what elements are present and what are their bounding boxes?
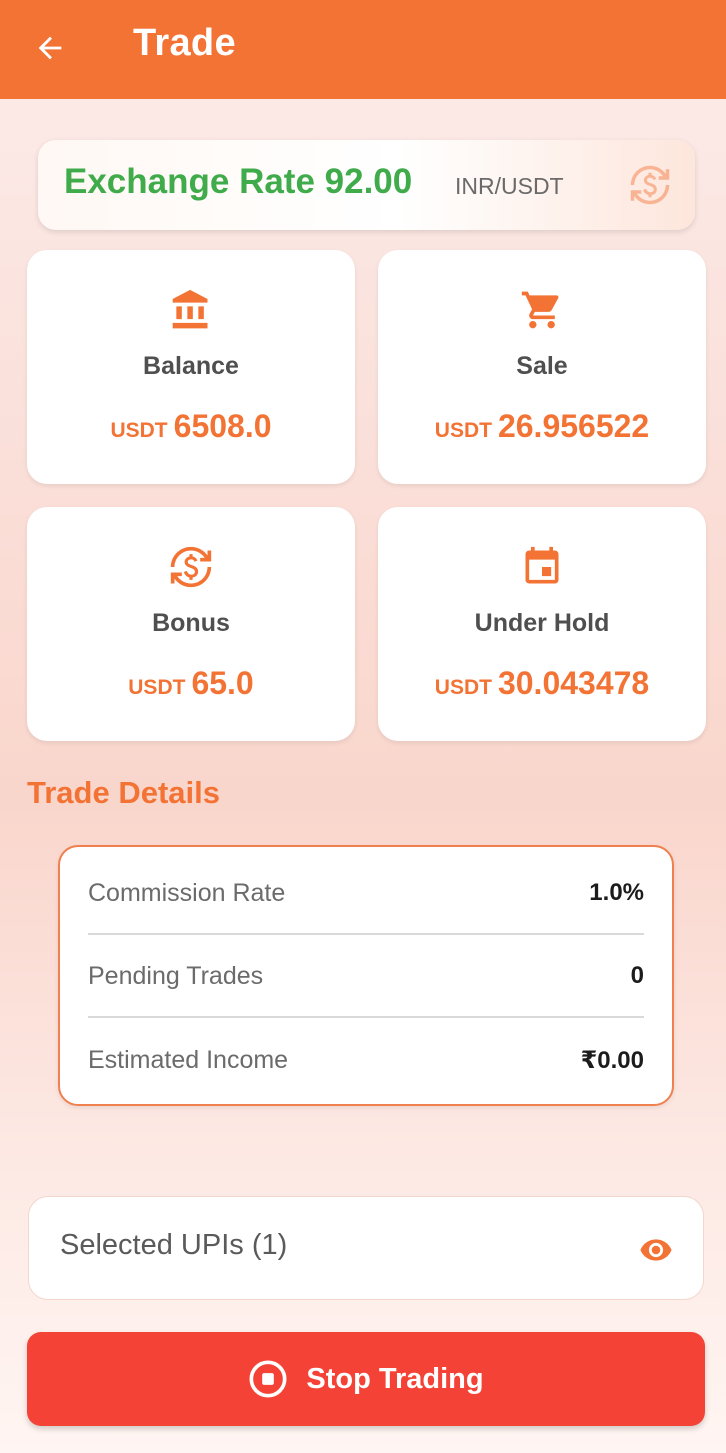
bonus-label: Bonus [152, 609, 230, 637]
stop-circle-icon [249, 1360, 287, 1398]
bonus-amount: 65.0 [191, 665, 254, 701]
under-hold-card[interactable]: Under Hold USDT 30.043478 [378, 507, 706, 741]
trade-details-card: Commission Rate 1.0% Pending Trades 0 Es… [58, 845, 674, 1106]
detail-value: 0 [630, 962, 644, 989]
sale-amount: 26.956522 [497, 408, 650, 444]
exchange-rate-card: Exchange Rate 92.00 INR/USDT [38, 140, 695, 230]
balance-card[interactable]: Balance USDT 6508.0 [27, 250, 355, 484]
balance-label: Balance [143, 352, 239, 380]
sale-value: USDT 26.956522 [378, 408, 706, 445]
exchange-rate-unit: INR/USDT [455, 173, 564, 199]
detail-value: ₹0.00 [580, 1046, 644, 1074]
currency-exchange-icon [170, 546, 212, 588]
stop-trading-label: Stop Trading [306, 1362, 484, 1395]
sale-card[interactable]: Sale USDT 26.956522 [378, 250, 706, 484]
detail-key: Estimated Income [88, 1045, 289, 1074]
bonus-card[interactable]: Bonus USDT 65.0 [27, 507, 355, 741]
back-button[interactable] [28, 26, 72, 70]
balance-amount: 6508.0 [173, 408, 272, 444]
bank-icon [172, 289, 208, 329]
calendar-icon [525, 546, 559, 584]
under-hold-amount: 30.043478 [497, 665, 650, 701]
stop-trading-button[interactable]: Stop Trading [27, 1332, 705, 1426]
app-bar: Trade [0, 0, 726, 99]
under-hold-label: Under Hold [474, 609, 610, 637]
detail-value: 1.0% [589, 879, 644, 906]
selected-upis-label: Selected UPIs (1) [60, 1229, 288, 1261]
detail-key: Commission Rate [88, 878, 286, 907]
trade-details-title: Trade Details [27, 775, 220, 810]
selected-upis-row[interactable]: Selected UPIs (1) [28, 1196, 704, 1300]
bonus-currency: USDT [128, 676, 186, 699]
exchange-rate-value: Exchange Rate 92.00 [64, 162, 413, 201]
sale-currency: USDT [434, 419, 492, 442]
detail-row-commission: Commission Rate 1.0% [88, 853, 644, 935]
cart-icon [521, 291, 559, 329]
page-title: Trade [133, 22, 236, 64]
detail-row-income: Estimated Income ₹0.00 [88, 1019, 644, 1101]
balance-value: USDT 6508.0 [27, 408, 355, 445]
sale-label: Sale [516, 352, 568, 380]
detail-key: Pending Trades [88, 961, 264, 990]
detail-row-pending: Pending Trades 0 [88, 936, 644, 1018]
under-hold-currency: USDT [434, 676, 492, 699]
currency-exchange-icon[interactable] [629, 164, 671, 206]
under-hold-value: USDT 30.043478 [378, 665, 706, 702]
balance-currency: USDT [110, 419, 168, 442]
bonus-value: USDT 65.0 [27, 665, 355, 702]
arrow-left-icon [38, 36, 62, 60]
eye-icon[interactable] [639, 1233, 673, 1267]
